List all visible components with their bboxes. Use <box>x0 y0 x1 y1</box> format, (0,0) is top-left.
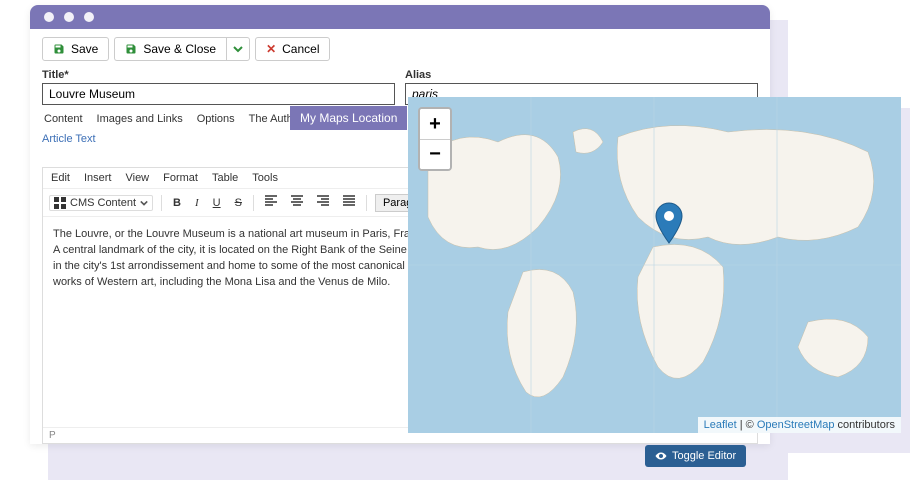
window-dot <box>44 12 54 22</box>
bold-button[interactable]: B <box>170 195 184 211</box>
menu-tools[interactable]: Tools <box>252 172 278 184</box>
world-map <box>408 97 901 433</box>
save-icon <box>125 43 137 55</box>
maps-location-badge[interactable]: My Maps Location <box>290 106 407 130</box>
chevron-down-icon <box>140 199 148 207</box>
window-dot <box>84 12 94 22</box>
attrib-tail: contributors <box>834 419 895 431</box>
leaflet-link[interactable]: Leaflet <box>704 419 737 431</box>
menu-format[interactable]: Format <box>163 172 198 184</box>
toggle-editor-label: Toggle Editor <box>672 450 736 462</box>
map-panel[interactable]: + − Leaflet | © OpenStreetMap contributo… <box>408 97 901 433</box>
save-button-label: Save <box>71 42 98 56</box>
map-pin-icon[interactable] <box>654 202 684 244</box>
align-center-icon <box>291 195 303 207</box>
save-dropdown-button[interactable] <box>226 37 250 61</box>
align-right-icon <box>317 195 329 207</box>
title-label: Title* <box>42 69 395 81</box>
menu-table[interactable]: Table <box>212 172 238 184</box>
map-attribution: Leaflet | © OpenStreetMap contributors <box>698 417 901 433</box>
menu-view[interactable]: View <box>125 172 149 184</box>
align-left-button[interactable] <box>262 193 280 212</box>
align-justify-icon <box>343 195 355 207</box>
tab-content[interactable]: Content <box>44 113 83 125</box>
toolbar-separator <box>253 195 254 211</box>
save-button[interactable]: Save <box>42 37 109 61</box>
close-icon: ✕ <box>266 42 276 56</box>
title-input[interactable] <box>42 83 395 105</box>
tab-options[interactable]: Options <box>197 113 235 125</box>
osm-link[interactable]: OpenStreetMap <box>757 419 835 431</box>
zoom-control: + − <box>418 107 452 171</box>
align-right-button[interactable] <box>314 193 332 212</box>
save-close-button[interactable]: Save & Close <box>114 37 226 61</box>
chevron-down-icon <box>233 44 243 54</box>
title-field-wrap: Title* <box>42 69 395 105</box>
align-justify-button[interactable] <box>340 193 358 212</box>
window-dot <box>64 12 74 22</box>
alias-label: Alias <box>405 69 758 81</box>
align-left-icon <box>265 195 277 207</box>
toggle-editor-button[interactable]: Toggle Editor <box>645 445 746 467</box>
italic-button[interactable]: I <box>192 195 202 211</box>
titlebar <box>30 5 770 29</box>
joomla-icon <box>54 197 66 209</box>
menu-edit[interactable]: Edit <box>51 172 70 184</box>
underline-button[interactable]: U <box>210 195 224 211</box>
toolbar-separator <box>161 195 162 211</box>
attrib-sep: | © <box>737 419 757 431</box>
menu-insert[interactable]: Insert <box>84 172 112 184</box>
align-center-button[interactable] <box>288 193 306 212</box>
cancel-label: Cancel <box>282 42 319 56</box>
zoom-in-button[interactable]: + <box>420 109 450 139</box>
save-close-label: Save & Close <box>143 42 216 56</box>
action-toolbar: Save Save & Close ✕ Cancel <box>30 29 770 69</box>
cms-content-button[interactable]: CMS Content <box>49 195 153 211</box>
eye-icon <box>655 450 667 462</box>
save-icon <box>53 43 65 55</box>
zoom-out-button[interactable]: − <box>420 139 450 169</box>
toolbar-separator <box>366 195 367 211</box>
cms-content-label: CMS Content <box>70 197 136 209</box>
strikethrough-button[interactable]: S <box>232 195 245 211</box>
cancel-button[interactable]: ✕ Cancel <box>255 37 330 61</box>
tab-images-links[interactable]: Images and Links <box>97 113 183 125</box>
